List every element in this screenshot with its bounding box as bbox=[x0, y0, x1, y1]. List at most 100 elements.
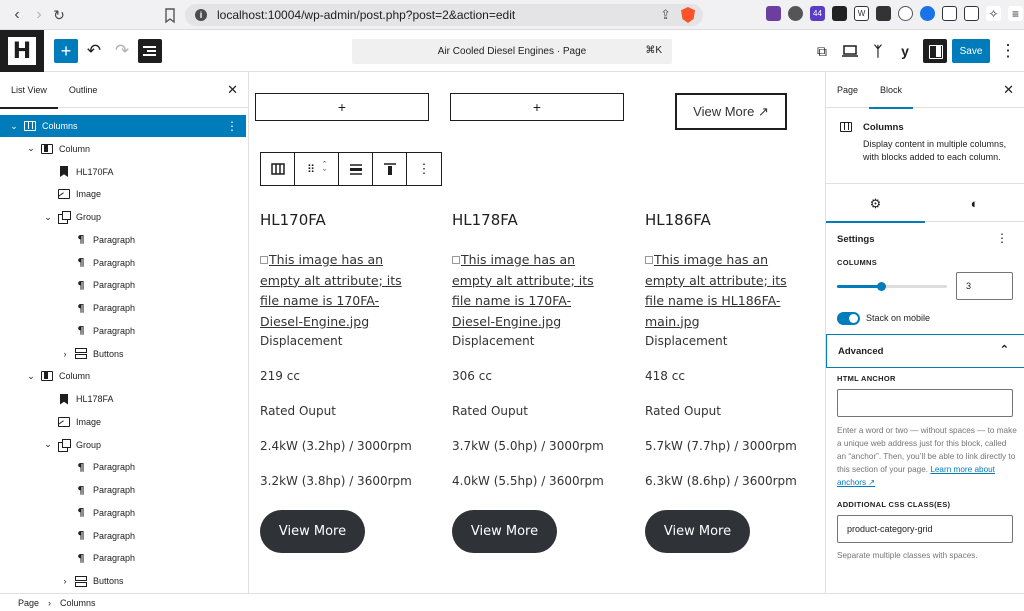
more-options-icon[interactable]: ⋮ bbox=[407, 153, 441, 185]
list-item[interactable]: ⌄ Group bbox=[0, 206, 246, 228]
chevron-down-icon[interactable]: ⌄ bbox=[9, 121, 19, 132]
list-item[interactable]: ⌄ Group bbox=[0, 434, 246, 456]
list-item[interactable]: ¶ Paragraph bbox=[0, 547, 246, 569]
share-icon[interactable]: ⇪ bbox=[660, 7, 671, 23]
extension-icon[interactable]: W bbox=[854, 6, 869, 21]
list-item[interactable]: ¶ Paragraph bbox=[0, 502, 246, 524]
extension-icon[interactable] bbox=[832, 6, 847, 21]
change-alignment-button[interactable] bbox=[339, 153, 373, 185]
spec-paragraph[interactable]: 5.7kW (7.7hp) / 3000rpm bbox=[645, 439, 797, 453]
reload-icon[interactable]: ↻ bbox=[48, 4, 70, 26]
redo-icon[interactable]: ↷ bbox=[110, 39, 134, 63]
spec-paragraph[interactable]: Displacement bbox=[645, 334, 728, 348]
spec-paragraph[interactable]: Displacement bbox=[260, 334, 343, 348]
chevron-right-icon[interactable]: › bbox=[60, 349, 70, 359]
block-inserter-button[interactable]: + bbox=[54, 39, 78, 63]
spec-paragraph[interactable]: 219 cc bbox=[260, 369, 300, 383]
advanced-panel-toggle[interactable]: Advanced ⌃ bbox=[826, 334, 1024, 368]
view-more-button[interactable]: View More bbox=[260, 510, 365, 553]
extension-icon[interactable] bbox=[788, 6, 803, 21]
address-bar[interactable]: i localhost:10004/wp-admin/post.php?post… bbox=[185, 4, 703, 26]
brave-shield-icon[interactable] bbox=[681, 7, 695, 23]
view-more-button[interactable]: View More bbox=[645, 510, 750, 553]
column-heading[interactable]: HL170FA bbox=[260, 211, 326, 229]
view-more-button[interactable]: View More bbox=[452, 510, 557, 553]
extension-icon[interactable] bbox=[766, 6, 781, 21]
broken-image[interactable]: This image has an empty alt attribute; i… bbox=[452, 250, 612, 332]
list-item[interactable]: Image bbox=[0, 411, 246, 433]
puzzle-icon[interactable] bbox=[942, 6, 957, 21]
spec-paragraph[interactable]: 3.2kW (3.8hp) / 3600rpm bbox=[260, 474, 412, 488]
device-preview-icon[interactable] bbox=[838, 39, 862, 63]
sparkle-icon[interactable]: ✧ bbox=[986, 6, 1001, 21]
list-item[interactable]: › Buttons bbox=[0, 570, 246, 592]
sidebar-browser-icon[interactable] bbox=[964, 6, 979, 21]
breadcrumb-columns[interactable]: Columns bbox=[60, 598, 96, 608]
drag-handle-icon[interactable]: ⠿ bbox=[307, 163, 315, 176]
settings-sidebar-toggle[interactable] bbox=[923, 39, 947, 63]
list-item[interactable]: ¶ Paragraph bbox=[0, 229, 246, 251]
list-item[interactable]: HL178FA bbox=[0, 388, 246, 410]
chevron-down-icon[interactable]: ⌄ bbox=[43, 212, 53, 223]
list-item[interactable]: Image bbox=[0, 183, 246, 205]
save-button[interactable]: Save bbox=[952, 39, 990, 63]
undo-icon[interactable]: ↶ bbox=[82, 39, 106, 63]
list-item[interactable]: ¶ Paragraph bbox=[0, 456, 246, 478]
spec-paragraph[interactable]: 306 cc bbox=[452, 369, 492, 383]
menu-icon[interactable]: ≡ bbox=[1008, 6, 1023, 21]
list-item[interactable]: ¶ Paragraph bbox=[0, 479, 246, 501]
spec-paragraph[interactable]: Rated Ouput bbox=[452, 404, 528, 418]
view-more-outline-button[interactable]: View More ↗ bbox=[675, 93, 787, 130]
yoast-icon[interactable]: y bbox=[893, 39, 917, 63]
close-icon[interactable]: ✕ bbox=[227, 82, 238, 98]
plugin-icon[interactable]: ᛉ bbox=[866, 39, 890, 63]
column-heading[interactable]: HL186FA bbox=[645, 211, 711, 229]
spec-paragraph[interactable]: Rated Ouput bbox=[260, 404, 336, 418]
chevron-right-icon[interactable]: › bbox=[60, 576, 70, 586]
list-item[interactable]: ¶ Paragraph bbox=[0, 297, 246, 319]
spec-paragraph[interactable]: 6.3kW (8.6hp) / 3600rpm bbox=[645, 474, 797, 488]
extension-icon[interactable] bbox=[898, 6, 913, 21]
bookmark-icon[interactable] bbox=[160, 5, 180, 25]
vertical-align-button[interactable] bbox=[373, 153, 407, 185]
styles-contrast-icon[interactable]: ◐ bbox=[925, 185, 1024, 222]
add-block-button[interactable]: + bbox=[255, 93, 429, 121]
document-overview-button[interactable] bbox=[138, 39, 162, 63]
settings-gear-icon[interactable]: ⚙ bbox=[826, 185, 925, 223]
breadcrumb-page[interactable]: Page bbox=[18, 598, 39, 608]
spec-paragraph[interactable]: 4.0kW (5.5hp) / 3600rpm bbox=[452, 474, 604, 488]
columns-slider-thumb[interactable] bbox=[877, 282, 886, 291]
list-item[interactable]: ⌄ Columns ⋮ bbox=[0, 115, 246, 137]
tab-page[interactable]: Page bbox=[826, 72, 869, 108]
columns-number-input[interactable]: 3 bbox=[956, 272, 1013, 300]
back-icon[interactable]: ‹ bbox=[6, 4, 28, 26]
eyedropper-icon[interactable] bbox=[876, 6, 891, 21]
more-options-icon[interactable]: ⋮ bbox=[226, 119, 238, 133]
list-item[interactable]: ⌄ Column bbox=[0, 365, 246, 387]
list-item[interactable]: › Buttons bbox=[0, 343, 246, 365]
broken-image[interactable]: This image has an empty alt attribute; i… bbox=[260, 250, 420, 332]
chevron-down-icon[interactable]: ⌄ bbox=[26, 143, 36, 154]
broken-image[interactable]: This image has an empty alt attribute; i… bbox=[645, 250, 805, 332]
tab-outline[interactable]: Outline bbox=[58, 72, 109, 108]
chevron-down-icon[interactable]: ⌄ bbox=[26, 371, 36, 382]
extension-icon[interactable] bbox=[920, 6, 935, 21]
settings-options-icon[interactable]: ⋮ bbox=[996, 231, 1008, 245]
column-heading[interactable]: HL178FA bbox=[452, 211, 518, 229]
chevron-down-icon[interactable]: ⌄ bbox=[43, 439, 53, 450]
list-item[interactable]: HL170FA bbox=[0, 161, 246, 183]
view-page-icon[interactable]: ⧉ bbox=[810, 39, 834, 63]
command-palette-bar[interactable]: Air Cooled Diesel Engines · Page ⌘K bbox=[352, 39, 672, 64]
block-type-button[interactable] bbox=[261, 153, 295, 185]
forward-icon[interactable]: › bbox=[28, 4, 50, 26]
extension-badge-icon[interactable]: 44 bbox=[810, 6, 825, 21]
list-item[interactable]: ⌄ Column bbox=[0, 138, 246, 160]
list-item[interactable]: ¶ Paragraph bbox=[0, 320, 246, 342]
list-item[interactable]: ¶ Paragraph bbox=[0, 252, 246, 274]
move-up-down-icon[interactable]: ˆˇ bbox=[323, 161, 326, 178]
spec-paragraph[interactable]: Rated Ouput bbox=[645, 404, 721, 418]
list-item[interactable]: ¶ Paragraph bbox=[0, 525, 246, 547]
site-info-icon[interactable]: i bbox=[195, 9, 207, 21]
list-item[interactable]: ¶ Paragraph bbox=[0, 274, 246, 296]
tab-list-view[interactable]: List View bbox=[0, 72, 58, 109]
